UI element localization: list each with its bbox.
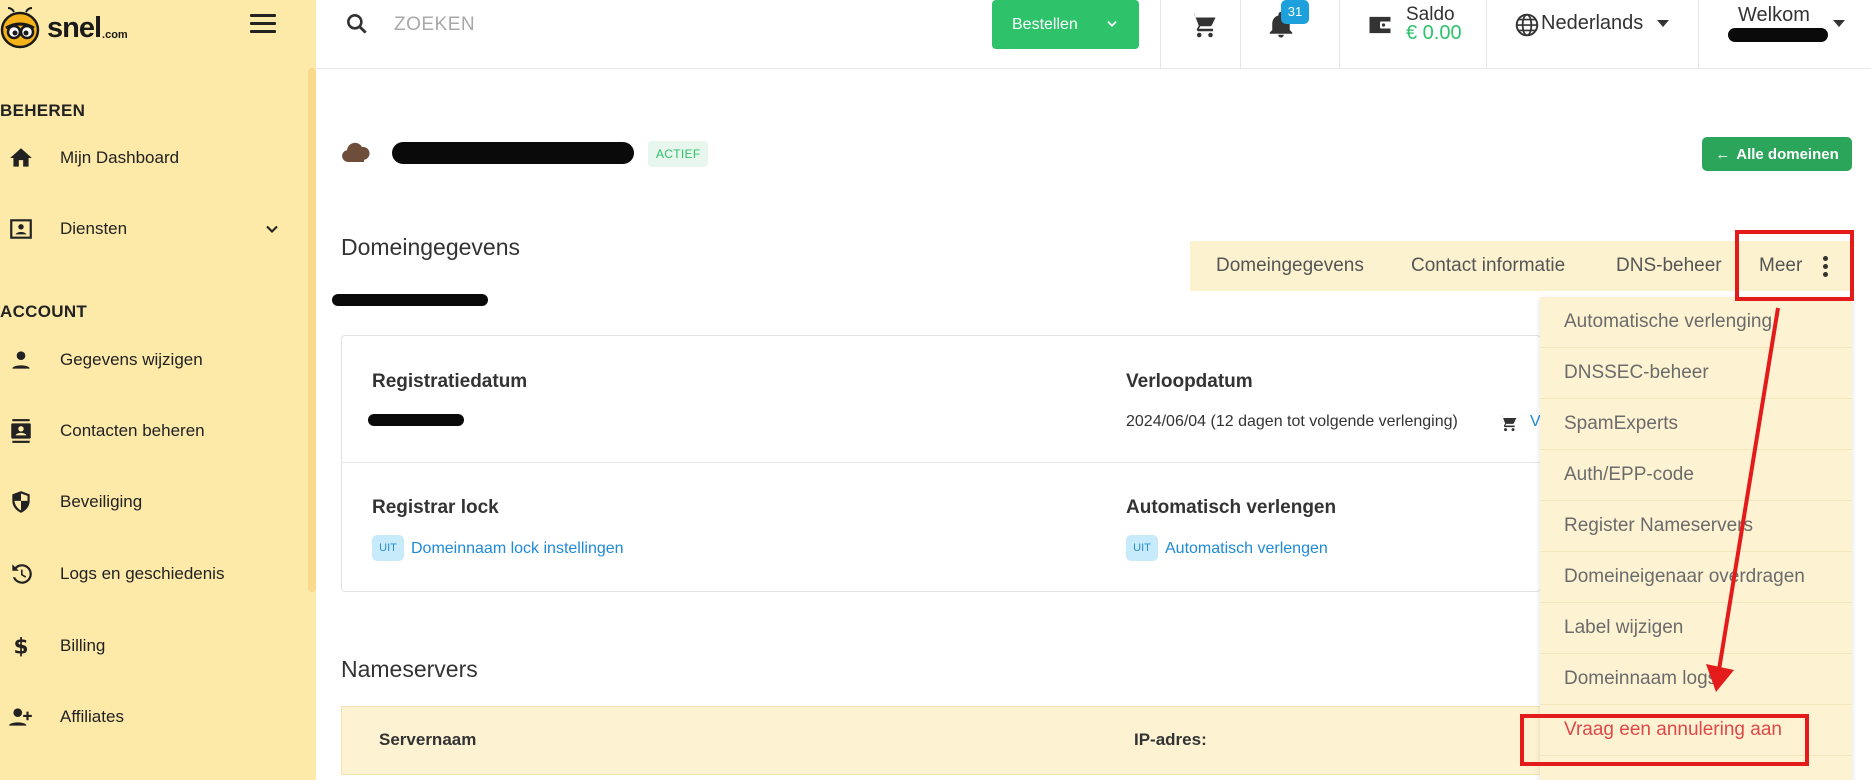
sidebar-item-dashboard[interactable]: Mijn Dashboard <box>0 138 300 178</box>
sidebar-item-label: Logs en geschiedenis <box>60 564 225 583</box>
saldo-value: € 0.00 <box>1406 22 1462 44</box>
tab-contact-informatie[interactable]: Contact informatie <box>1411 255 1565 277</box>
redacted-registration-date <box>368 414 464 426</box>
sidebar-item-gegevens[interactable]: Gegevens wijzigen <box>0 340 300 380</box>
expiry-date-value: 2024/06/04 (12 dagen tot volgende verlen… <box>1126 413 1458 430</box>
menu-item-label: Auth/EPP-code <box>1564 464 1694 485</box>
sidebar-item-diensten[interactable]: Diensten <box>0 209 300 249</box>
chevron-down-icon <box>1107 21 1117 27</box>
sidebar-item-label: Contacten beheren <box>60 421 205 440</box>
sidebar-item-label: Billing <box>60 636 106 655</box>
brand-logo[interactable]: snel .com <box>0 6 128 50</box>
topbar-divider <box>1240 0 1241 69</box>
menu-item-label: Label wijzigen <box>1564 617 1684 638</box>
person-icon <box>8 347 34 373</box>
sidebar-item-label: Gegevens wijzigen <box>60 350 203 369</box>
sidebar-scrollbar[interactable] <box>308 68 316 592</box>
person-add-icon <box>8 704 34 730</box>
svg-text:$: $ <box>13 635 28 659</box>
sidebar-item-label: Mijn Dashboard <box>60 148 180 167</box>
bee-logo-icon <box>0 6 44 50</box>
shield-icon <box>8 489 34 515</box>
redacted-domain-subtitle <box>332 294 488 306</box>
id-card-icon <box>8 216 34 242</box>
section-title-nameservers: Nameservers <box>341 656 478 682</box>
topbar-divider <box>1339 0 1340 69</box>
caret-down-icon <box>1657 20 1669 27</box>
menu-item-label: DNSSEC-beheer <box>1564 362 1709 383</box>
cart-icon[interactable] <box>1188 10 1218 40</box>
expiry-date-label: Verloopdatum <box>1126 371 1253 392</box>
redacted-username <box>1728 28 1828 42</box>
auto-renew-label: Automatisch verlengen <box>1126 497 1337 518</box>
brand-suffix: .com <box>102 28 128 41</box>
sidebar-item-label: Affiliates <box>60 707 124 726</box>
section-label-account: ACCOUNT <box>0 302 88 321</box>
sidebar-item-beveiliging[interactable]: Beveiliging <box>0 482 300 522</box>
chevron-down-icon <box>262 219 282 239</box>
top-bar: Bestellen 31 Saldo € 0.00 Nederlands Wel… <box>316 0 1871 69</box>
history-icon <box>8 561 34 587</box>
arrow-left-icon: ← <box>1715 145 1731 163</box>
sidebar: snel .com BEHEREN Mijn Dashboard Dienste… <box>0 0 316 780</box>
search-input[interactable] <box>394 10 774 40</box>
language-selector[interactable]: Nederlands <box>1541 12 1643 35</box>
topbar-divider <box>1698 0 1699 69</box>
sidebar-item-contacten[interactable]: Contacten beheren <box>0 411 300 451</box>
registrar-lock-status-badge: UIT <box>372 535 404 561</box>
column-header-servername: Servernaam <box>379 730 477 749</box>
caret-down-icon <box>1833 20 1845 27</box>
home-icon <box>8 145 34 171</box>
search-icon[interactable] <box>344 11 370 37</box>
sidebar-item-logs[interactable]: Logs en geschiedenis <box>0 554 300 594</box>
dollar-icon: $ <box>8 633 34 659</box>
all-domains-label: Alle domeinen <box>1736 145 1839 163</box>
all-domains-button[interactable]: ← Alle domeinen <box>1702 137 1852 171</box>
column-header-ip: IP-adres: <box>1134 730 1207 749</box>
registrar-lock-settings-link[interactable]: Domeinnaam lock instellingen <box>411 540 624 558</box>
notification-badge: 31 <box>1281 0 1309 24</box>
sidebar-item-affiliates[interactable]: Affiliates <box>0 697 300 737</box>
auto-renew-status-badge: UIT <box>1126 535 1158 561</box>
section-title-details: Domeingegevens <box>341 234 521 260</box>
tab-dns-beheer[interactable]: DNS-beheer <box>1616 255 1722 277</box>
cart-icon[interactable] <box>1498 413 1518 433</box>
annotation-arrow-icon <box>1706 307 1780 692</box>
section-label-beheren: BEHEREN <box>0 101 86 120</box>
annotation-highlight-cancel <box>1520 714 1809 766</box>
sidebar-item-label: Diensten <box>60 219 128 238</box>
user-menu[interactable]: Welkom <box>1738 4 1810 27</box>
order-button[interactable]: Bestellen <box>992 0 1139 49</box>
order-button-label: Bestellen <box>1012 15 1078 33</box>
topbar-divider <box>1160 0 1161 69</box>
sidebar-item-label: Beveiliging <box>60 492 143 511</box>
wallet-icon <box>1366 11 1394 39</box>
sidebar-item-billing[interactable]: $ Billing <box>0 626 300 666</box>
auto-renew-link[interactable]: Automatisch verlengen <box>1165 540 1328 558</box>
annotation-highlight-meer <box>1735 230 1854 301</box>
menu-item-label: SpamExperts <box>1564 413 1679 434</box>
globe-icon[interactable] <box>1514 12 1540 38</box>
redacted-domain-name <box>392 142 634 164</box>
card-divider <box>341 462 1541 463</box>
topbar-divider <box>1486 0 1487 69</box>
menu-toggle-icon[interactable] <box>250 14 276 36</box>
status-badge: ACTIEF <box>648 141 709 167</box>
cloud-icon <box>340 140 372 164</box>
registrar-lock-label: Registrar lock <box>372 497 499 518</box>
contacts-icon <box>8 418 34 444</box>
brand-name: snel <box>47 11 102 44</box>
menu-item-label: Domeinnaam logs <box>1564 668 1718 689</box>
registration-date-label: Registratiedatum <box>372 371 528 392</box>
tab-domeingegevens[interactable]: Domeingegevens <box>1216 255 1364 277</box>
